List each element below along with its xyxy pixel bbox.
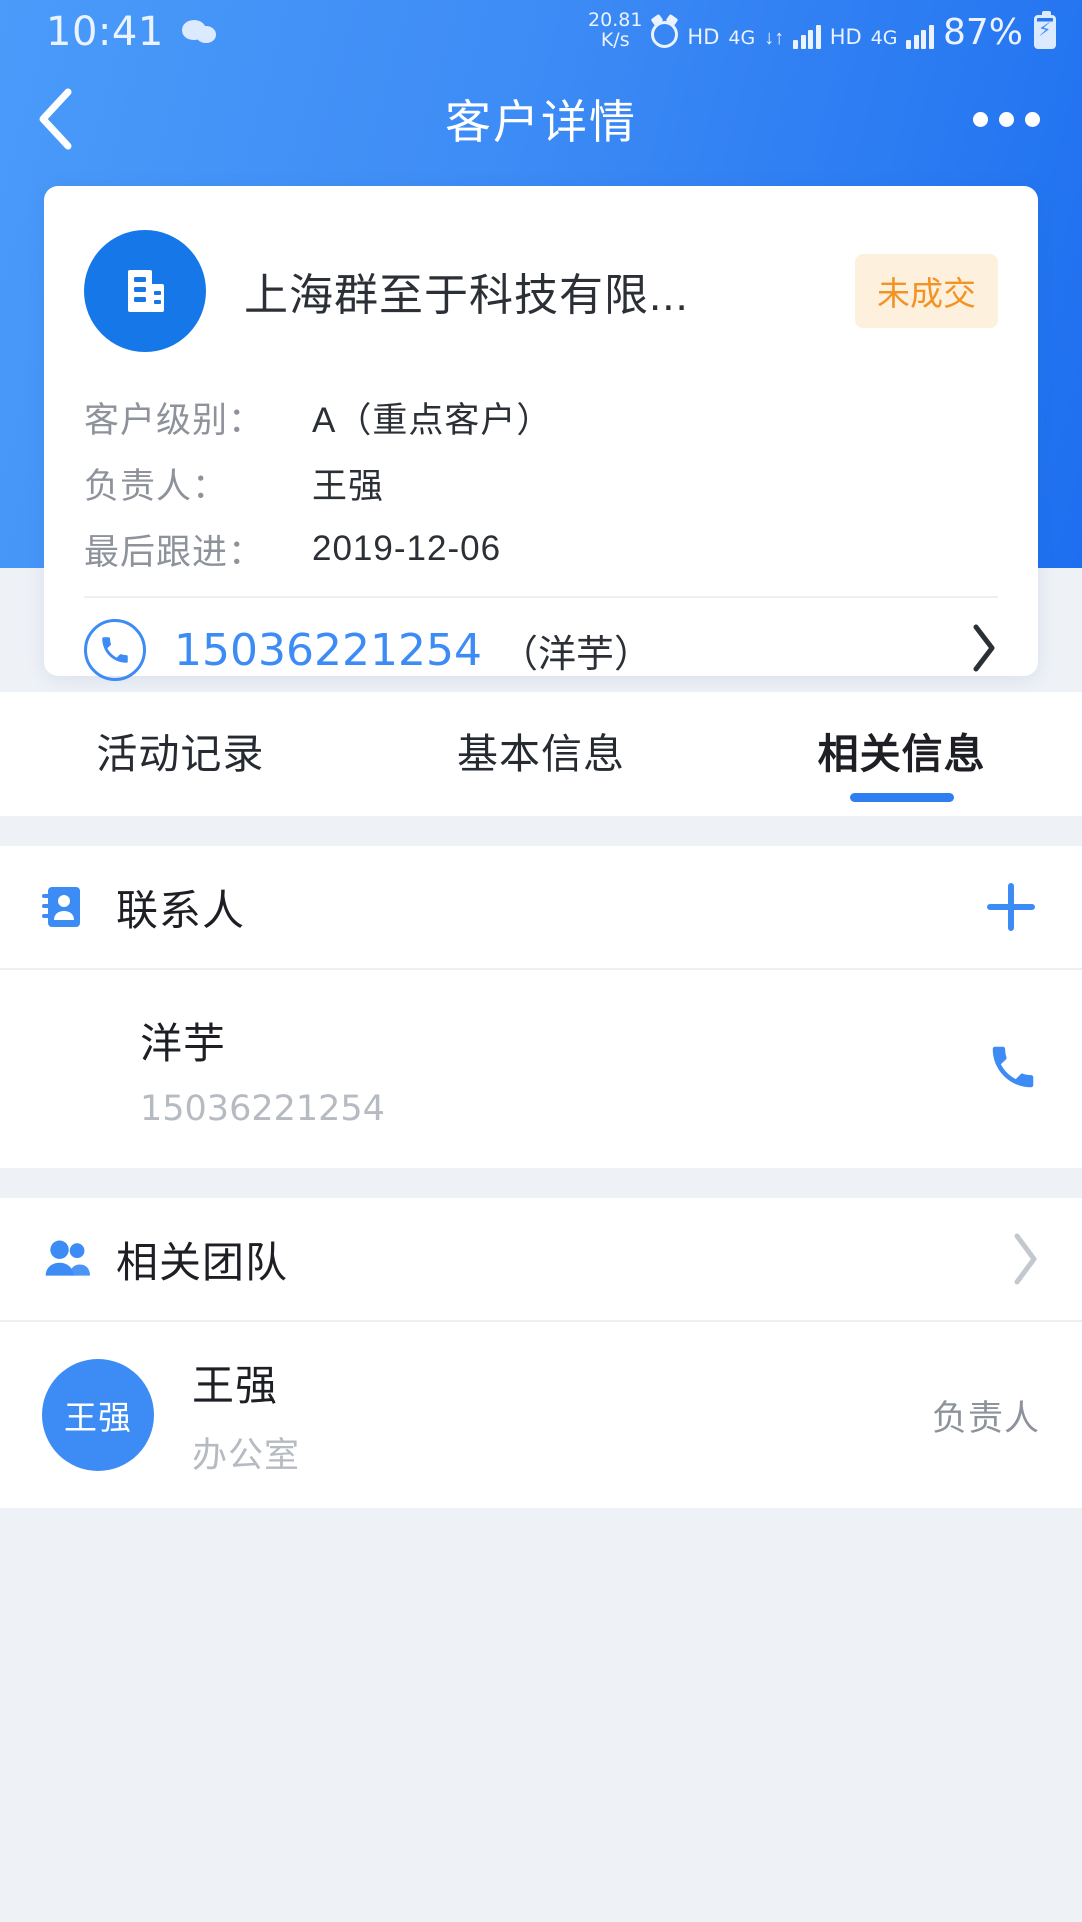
team-member-info: 王强 办公室 (192, 1352, 300, 1478)
more-options-button[interactable] (973, 111, 1040, 127)
info-value: 2019-12-06 (312, 529, 502, 568)
wechat-icon (181, 18, 222, 46)
hd-indicator-1: HD (687, 24, 720, 49)
team-section-title: 相关团队 (116, 1238, 289, 1286)
more-dot (999, 111, 1014, 127)
company-name: 上海群至于科技有限... (244, 271, 689, 320)
info-label: 最后跟进： (84, 532, 265, 572)
sim2-network-label: 4G (870, 26, 898, 49)
info-value: 王强 (312, 466, 385, 506)
hd-indicator-2: HD (829, 24, 862, 49)
page-title: 客户详情 (445, 96, 637, 148)
company-building-icon (84, 230, 206, 352)
team-member-role: 负责人 (931, 1398, 1040, 1438)
chevron-right-icon (1014, 1233, 1037, 1285)
primary-phone-owner: （洋芋） (499, 633, 652, 676)
info-label: 客户级别： (84, 400, 265, 440)
customer-info-rows: 客户级别： A（重点客户） 负责人： 王强 最后跟进： 2019-12-06 (44, 352, 1038, 582)
contact-card-icon (42, 884, 90, 930)
contacts-section-title: 联系人 (116, 886, 246, 934)
detail-tabs: 活动记录 基本信息 相关信息 (0, 692, 1082, 816)
team-people-icon (42, 1236, 90, 1282)
section-gap (0, 1168, 1082, 1198)
phone-icon (992, 1046, 1034, 1087)
page-bottom-area (0, 1508, 1082, 1922)
section-gap (0, 816, 1082, 846)
tab-related-info[interactable]: 相关信息 (721, 692, 1082, 816)
status-time: 10:41 (46, 9, 164, 55)
signal-bars-2-icon (906, 24, 934, 53)
network-speed-unit: K/s (600, 28, 630, 51)
team-member-department: 办公室 (192, 1436, 301, 1475)
contact-phone: 15036221254 (140, 1088, 385, 1129)
info-row-owner: 负责人： 王强 (84, 450, 998, 516)
plus-icon (987, 883, 1035, 931)
customer-detail-screen: 10:41 20.81 K/s HD 4G ↓↑ HD 4G 87% ⚡ 客户详… (0, 0, 1082, 1922)
sim1-network-label: 4G (728, 26, 756, 49)
status-badge: 未成交 (855, 254, 998, 328)
tab-activity-records[interactable]: 活动记录 (0, 692, 361, 816)
primary-phone-number[interactable]: 15036221254 (174, 625, 482, 676)
network-speed-value: 20.81 (588, 9, 643, 32)
contact-name: 洋芋 (140, 1019, 227, 1067)
more-dot (973, 111, 988, 127)
more-dot (1025, 111, 1040, 127)
network-speed-indicator: 20.81 K/s (588, 9, 643, 53)
signal-bars-1-icon (793, 24, 821, 53)
battery-charging-icon (1034, 10, 1056, 49)
avatar: 王强 (42, 1359, 154, 1471)
team-member-row[interactable]: 王强 王强 办公室 负责人 (0, 1322, 1082, 1508)
team-section-arrow[interactable] (1010, 1231, 1040, 1287)
customer-header-row: 上海群至于科技有限... 未成交 (44, 186, 1038, 352)
navigation-bar: 客户详情 (0, 66, 1082, 172)
info-row-customer-level: 客户级别： A（重点客户） (84, 384, 998, 450)
status-bar: 10:41 20.81 K/s HD 4G ↓↑ HD 4G 87% (0, 0, 1082, 64)
tab-basic-info[interactable]: 基本信息 (361, 692, 722, 816)
primary-phone-row[interactable]: 15036221254 （洋芋） (44, 598, 1038, 702)
info-row-last-followup: 最后跟进： 2019-12-06 (84, 516, 998, 582)
info-label: 负责人： (84, 466, 229, 506)
contact-list-item[interactable]: 洋芋 15036221254 (0, 970, 1082, 1168)
add-contact-button[interactable] (982, 878, 1040, 936)
customer-info-card: 上海群至于科技有限... 未成交 客户级别： A（重点客户） 负责人： 王强 最… (44, 186, 1038, 681)
data-transfer-icon: ↓↑ (764, 26, 785, 49)
status-icons: 20.81 K/s HD 4G ↓↑ HD 4G 87% (588, 9, 1056, 53)
call-contact-button[interactable] (986, 1038, 1040, 1101)
contact-info: 洋芋 15036221254 (140, 1010, 385, 1129)
info-value: A（重点客户） (312, 400, 553, 440)
phone-circle-icon (84, 619, 146, 681)
battery-percent: 87% (942, 11, 1023, 53)
team-section-header[interactable]: 相关团队 (0, 1198, 1082, 1320)
team-member-name: 王强 (192, 1362, 279, 1409)
chevron-right-icon (970, 623, 998, 678)
alarm-icon (651, 20, 679, 48)
contacts-section-header: 联系人 (0, 846, 1082, 968)
